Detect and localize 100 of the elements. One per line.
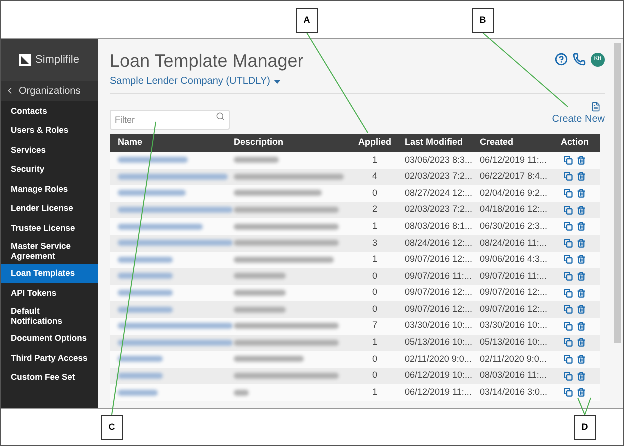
trash-icon[interactable]	[577, 156, 586, 165]
copy-icon[interactable]	[564, 354, 573, 364]
table-cell-text: 4	[371, 170, 378, 184]
sidebar-item[interactable]: Users & Roles	[1, 120, 98, 140]
copy-icon[interactable]	[564, 238, 573, 248]
create-new-button[interactable]: Create New	[552, 102, 605, 127]
trash-icon[interactable]	[577, 206, 586, 215]
copy-icon[interactable]	[564, 272, 573, 281]
blurred-description	[234, 273, 286, 280]
blurred-description	[234, 306, 286, 313]
table-cell-text: 3	[371, 236, 378, 250]
table-cell-text: 0	[371, 369, 378, 382]
trash-icon[interactable]	[577, 238, 586, 248]
trash-icon[interactable]	[577, 288, 586, 298]
copy-icon[interactable]	[564, 372, 573, 381]
trash-icon[interactable]	[577, 372, 586, 381]
table-cell-text: 1	[371, 154, 378, 167]
callout-label: B	[472, 8, 494, 33]
sidebar-item[interactable]: Manage Roles	[1, 179, 98, 198]
trash-icon[interactable]	[577, 272, 586, 281]
table-cell-text: 08/24/2016 12:...	[404, 236, 474, 250]
trash-icon[interactable]	[577, 354, 586, 364]
trash-icon[interactable]	[577, 322, 586, 331]
copy-icon[interactable]	[564, 156, 573, 165]
copy-icon[interactable]	[564, 255, 573, 264]
table-cell-text: 06/12/2019 11:...	[479, 154, 548, 167]
copy-icon[interactable]	[564, 288, 573, 298]
table-cell-text: 1	[371, 253, 378, 266]
blurred-name	[118, 373, 163, 380]
copy-icon[interactable]	[564, 188, 573, 198]
table-cell-text: 0	[371, 270, 378, 283]
table-cell-text: 1	[371, 220, 378, 233]
logo-icon	[19, 54, 32, 66]
trash-icon[interactable]	[577, 222, 586, 232]
logo-text: Simplifile	[35, 52, 80, 68]
table-cell-text: 08/03/2016 8:1...	[404, 220, 474, 233]
blurred-name	[118, 256, 173, 263]
table-cell-text: 08/27/2024 12:...	[404, 186, 474, 200]
table-cell-text: 03/14/2016 3:0...	[479, 386, 549, 399]
trash-icon[interactable]	[577, 172, 586, 182]
table-cell-text: 09/07/2016 12:...	[479, 302, 549, 316]
callout-label: A	[296, 8, 318, 33]
table-cell-text: 0	[371, 286, 378, 300]
filter-field[interactable]: Filter	[110, 110, 230, 130]
table-cell-text: 06/12/2019 10:...	[404, 369, 474, 382]
table-cell-text: 09/07/2016 12:...	[404, 302, 474, 316]
copy-icon[interactable]	[564, 322, 573, 331]
trash-icon[interactable]	[577, 188, 586, 198]
trash-icon[interactable]	[577, 388, 586, 398]
sidebar-item[interactable]: Services	[1, 140, 98, 160]
copy-icon[interactable]	[564, 305, 573, 314]
table-cell-text: 0	[371, 302, 378, 316]
sidebar-item[interactable]: Trustee License	[1, 218, 98, 238]
help-icon[interactable]	[555, 53, 568, 66]
table-cell-text: 09/07/2016 12:...	[404, 253, 474, 266]
table-cell-text: 02/11/2020 9:0...	[404, 352, 473, 366]
blurred-name	[118, 273, 173, 280]
table-cell-text: 04/18/2016 12:...	[479, 203, 549, 216]
blurred-name	[118, 290, 173, 296]
document-icon	[591, 102, 601, 112]
table-cell-text: 1	[371, 386, 378, 399]
table-cell-text: 05/13/2016 10:...	[479, 336, 549, 350]
sidebar-item[interactable]: Master Service Agreement	[1, 238, 98, 264]
column-header: Applied	[358, 136, 392, 150]
blurred-description	[234, 290, 286, 296]
phone-icon[interactable]	[573, 53, 586, 66]
column-header: Action	[560, 136, 590, 150]
trash-icon[interactable]	[577, 305, 586, 314]
table-cell-text: 08/03/2016 11:...	[479, 369, 548, 382]
copy-icon[interactable]	[564, 206, 573, 215]
sidebar-item[interactable]: Default Notifications	[1, 302, 98, 328]
back-link[interactable]: Organizations	[1, 81, 98, 101]
sidebar-item[interactable]: Loan Templates	[1, 264, 98, 283]
table-cell-text: 09/07/2016 12:...	[404, 286, 474, 300]
company-dropdown[interactable]: Sample Lender Company (UTLDLY)	[110, 74, 304, 89]
table-cell-text: 03/30/2016 10:...	[479, 319, 549, 332]
scrollbar[interactable]	[614, 43, 621, 343]
sidebar-item[interactable]: Lender License	[1, 198, 98, 218]
trash-icon[interactable]	[577, 255, 586, 264]
copy-icon[interactable]	[564, 222, 573, 232]
table-cell-text: 06/12/2019 11:...	[404, 386, 473, 399]
sidebar-item[interactable]: Contacts	[1, 101, 98, 120]
table-cell-text: 7	[371, 319, 378, 332]
copy-icon[interactable]	[564, 172, 573, 182]
sidebar-item[interactable]: API Tokens	[1, 283, 98, 302]
trash-icon[interactable]	[577, 338, 586, 348]
copy-icon[interactable]	[564, 388, 573, 398]
sidebar-item[interactable]: Document Options	[1, 328, 98, 348]
sidebar-item[interactable]: Security	[1, 160, 98, 179]
table-cell-text: 09/06/2016 4:3...	[479, 253, 549, 266]
table-cell-text: 0	[371, 352, 378, 366]
sidebar-item[interactable]: Third Party Access	[1, 348, 98, 368]
table-cell-text: 03/30/2016 10:...	[404, 319, 474, 332]
copy-icon[interactable]	[564, 338, 573, 348]
blurred-name	[118, 157, 188, 164]
column-header: Created	[479, 136, 515, 150]
leader-line	[578, 398, 592, 416]
table-cell-text: 08/24/2016 11:...	[479, 236, 548, 250]
sidebar-item[interactable]: Custom Fee Set	[1, 368, 98, 387]
table-cell-text: 02/03/2023 7:2...	[404, 170, 474, 184]
